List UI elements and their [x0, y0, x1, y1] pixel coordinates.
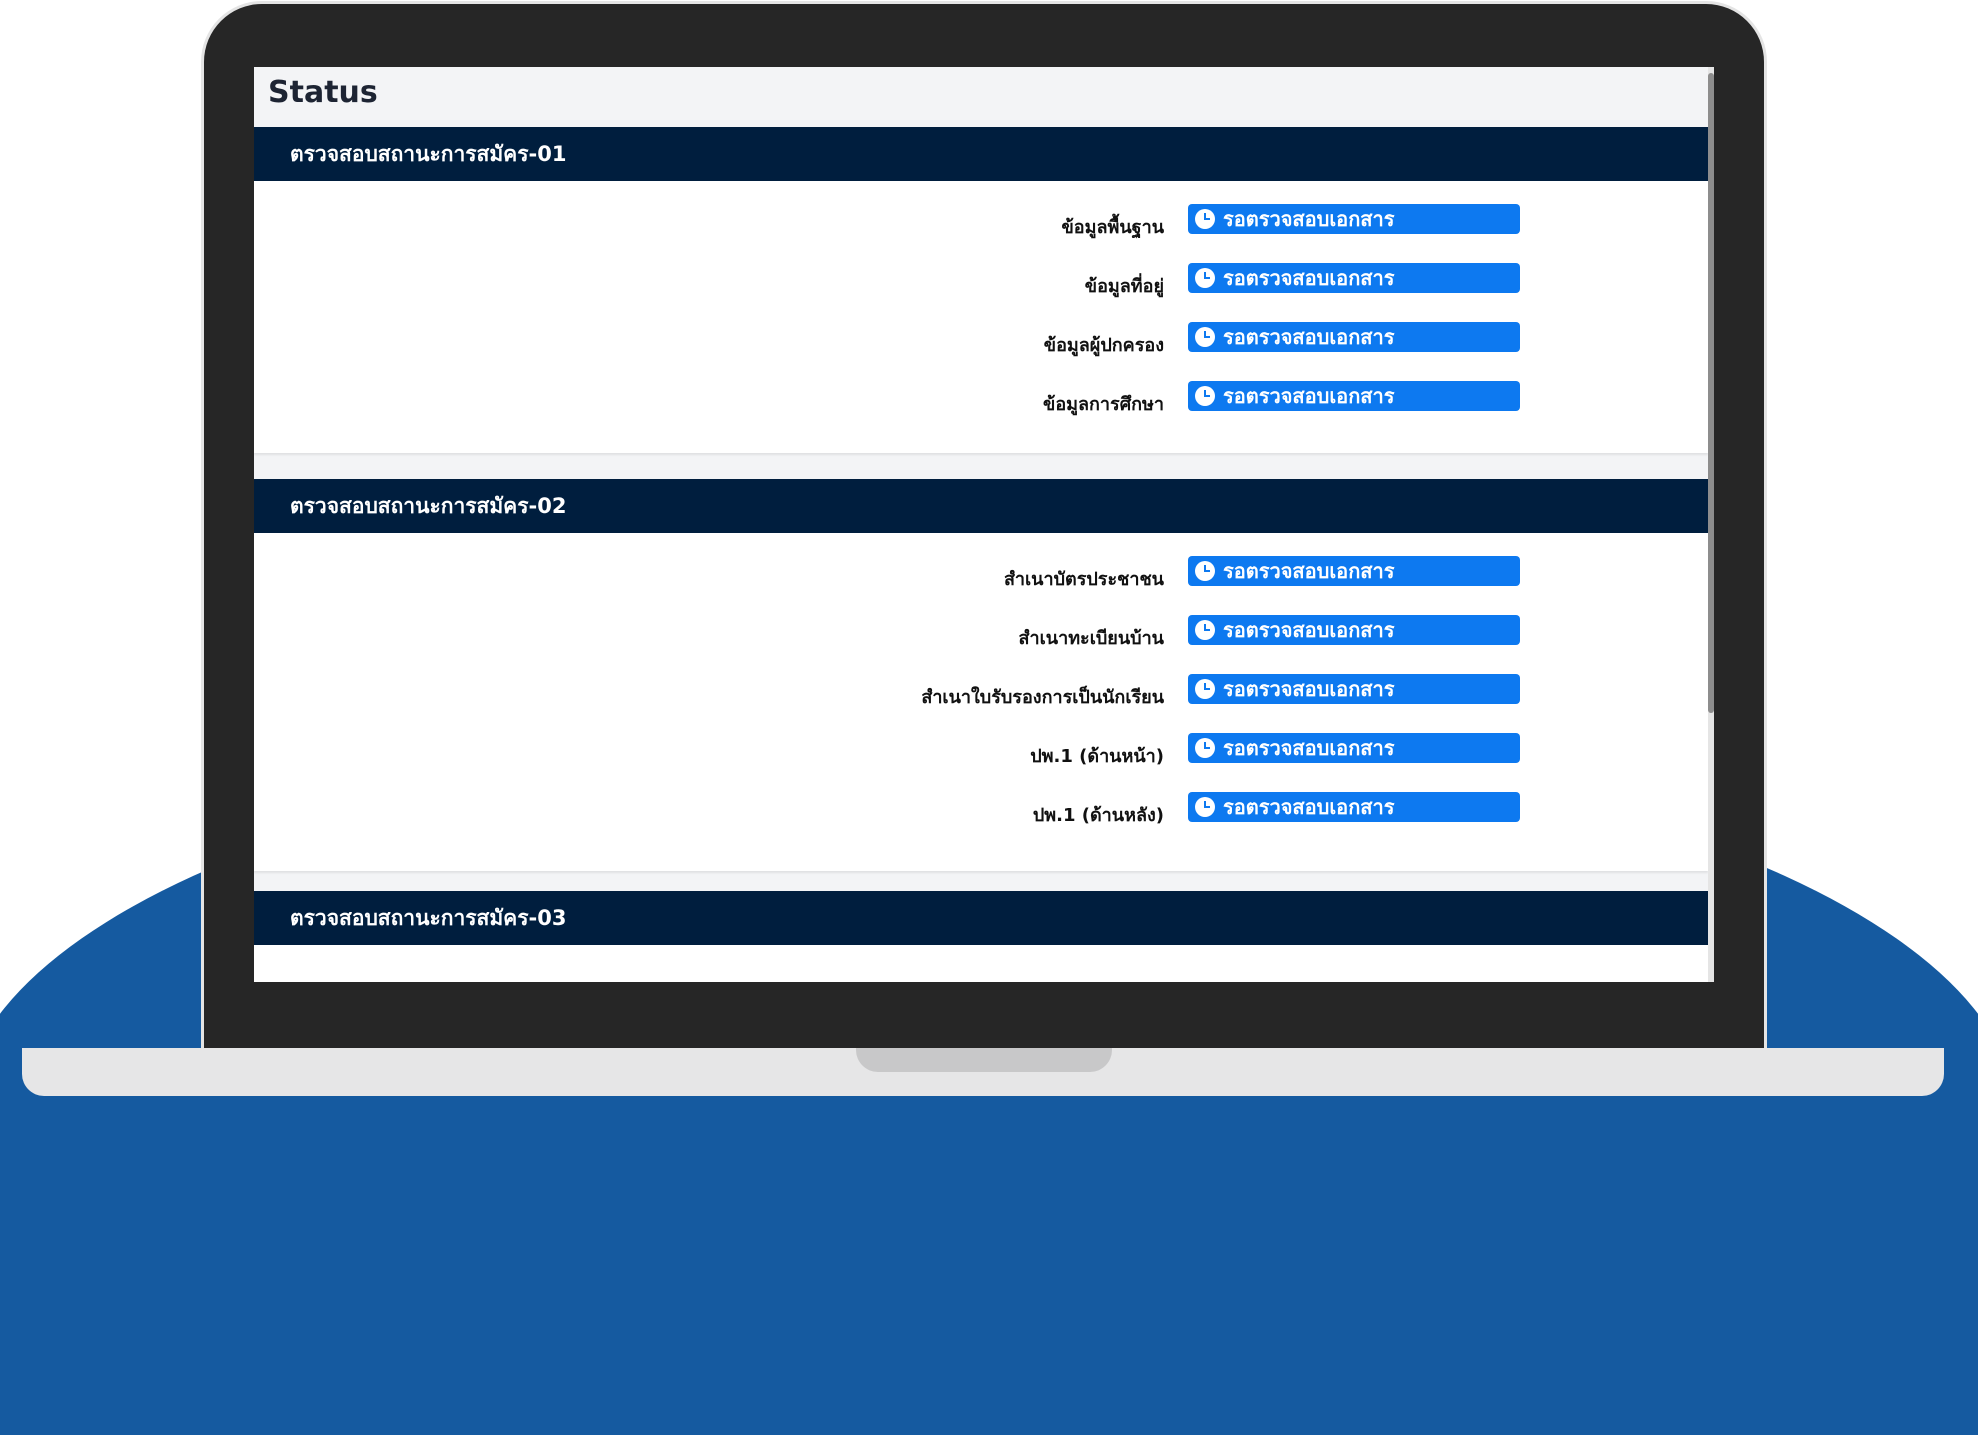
section-body-03	[254, 945, 1708, 982]
status-row: ปพ.1 (ด้านหน้า) รอตรวจสอบเอกสาร	[254, 733, 1708, 769]
status-row: ปพ.1 (ด้านหลัง) รอตรวจสอบเอกสาร	[254, 792, 1708, 828]
status-badge[interactable]: รอตรวจสอบเอกสาร	[1188, 204, 1520, 234]
section-header-01: ตรวจสอบสถานะการสมัคร-01	[254, 127, 1708, 181]
clock-icon	[1195, 797, 1215, 817]
section-header-02: ตรวจสอบสถานะการสมัคร-02	[254, 479, 1708, 533]
status-text: รอตรวจสอบเอกสาร	[1223, 677, 1395, 701]
status-text: รอตรวจสอบเอกสาร	[1223, 325, 1395, 349]
status-row: ข้อมูลที่อยู่ รอตรวจสอบเอกสาร	[254, 263, 1708, 299]
scrollbar[interactable]	[1708, 67, 1714, 982]
status-row: สำเนาใบรับรองการเป็นนักเรียน รอตรวจสอบเอ…	[254, 674, 1708, 710]
status-text: รอตรวจสอบเอกสาร	[1223, 559, 1395, 583]
status-badge[interactable]: รอตรวจสอบเอกสาร	[1188, 381, 1520, 411]
status-text: รอตรวจสอบเอกสาร	[1223, 384, 1395, 408]
section-title: ตรวจสอบสถานะการสมัคร-01	[290, 141, 567, 166]
status-text: รอตรวจสอบเอกสาร	[1223, 618, 1395, 642]
row-label: สำเนาทะเบียนบ้าน	[1018, 628, 1164, 649]
status-badge[interactable]: รอตรวจสอบเอกสาร	[1188, 792, 1520, 822]
section-title: ตรวจสอบสถานะการสมัคร-03	[290, 905, 567, 930]
status-badge[interactable]: รอตรวจสอบเอกสาร	[1188, 733, 1520, 763]
status-badge[interactable]: รอตรวจสอบเอกสาร	[1188, 322, 1520, 352]
section-body-02: สำเนาบัตรประชาชน รอตรวจสอบเอกสาร สำเนาทะ…	[254, 533, 1708, 871]
clock-icon	[1195, 620, 1215, 640]
scrollbar-thumb[interactable]	[1708, 73, 1714, 713]
clock-icon	[1195, 561, 1215, 581]
row-label: ปพ.1 (ด้านหน้า)	[1030, 746, 1164, 767]
status-text: รอตรวจสอบเอกสาร	[1223, 266, 1395, 290]
status-badge[interactable]: รอตรวจสอบเอกสาร	[1188, 556, 1520, 586]
section-body-01: ข้อมูลพื้นฐาน รอตรวจสอบเอกสาร ข้อมูลที่อ…	[254, 181, 1708, 453]
app-screen: Status ตรวจสอบสถานะการสมัคร-01 ข้อมูลพื้…	[254, 67, 1714, 982]
status-row: ข้อมูลผู้ปกครอง รอตรวจสอบเอกสาร	[254, 322, 1708, 358]
clock-icon	[1195, 268, 1215, 288]
clock-icon	[1195, 386, 1215, 406]
row-label: ข้อมูลการศึกษา	[1043, 394, 1164, 415]
clock-icon	[1195, 209, 1215, 229]
status-text: รอตรวจสอบเอกสาร	[1223, 795, 1395, 819]
page-title: Status	[268, 75, 378, 110]
row-label: ข้อมูลที่อยู่	[1084, 276, 1164, 297]
row-label: สำเนาใบรับรองการเป็นนักเรียน	[921, 687, 1164, 708]
clock-icon	[1195, 679, 1215, 699]
row-label: ข้อมูลผู้ปกครอง	[1043, 335, 1164, 356]
status-row: สำเนาทะเบียนบ้าน รอตรวจสอบเอกสาร	[254, 615, 1708, 651]
status-row: ข้อมูลพื้นฐาน รอตรวจสอบเอกสาร	[254, 204, 1708, 240]
laptop-notch	[856, 1048, 1112, 1072]
row-label: ปพ.1 (ด้านหลัง)	[1032, 805, 1164, 826]
status-badge[interactable]: รอตรวจสอบเอกสาร	[1188, 615, 1520, 645]
row-label: ข้อมูลพื้นฐาน	[1061, 217, 1164, 238]
status-text: รอตรวจสอบเอกสาร	[1223, 207, 1395, 231]
row-label: สำเนาบัตรประชาชน	[1003, 569, 1164, 590]
clock-icon	[1195, 327, 1215, 347]
clock-icon	[1195, 738, 1215, 758]
section-title: ตรวจสอบสถานะการสมัคร-02	[290, 493, 567, 518]
status-badge[interactable]: รอตรวจสอบเอกสาร	[1188, 674, 1520, 704]
section-header-03: ตรวจสอบสถานะการสมัคร-03	[254, 891, 1708, 945]
status-badge[interactable]: รอตรวจสอบเอกสาร	[1188, 263, 1520, 293]
status-row: ข้อมูลการศึกษา รอตรวจสอบเอกสาร	[254, 381, 1708, 417]
status-row: สำเนาบัตรประชาชน รอตรวจสอบเอกสาร	[254, 556, 1708, 592]
status-text: รอตรวจสอบเอกสาร	[1223, 736, 1395, 760]
